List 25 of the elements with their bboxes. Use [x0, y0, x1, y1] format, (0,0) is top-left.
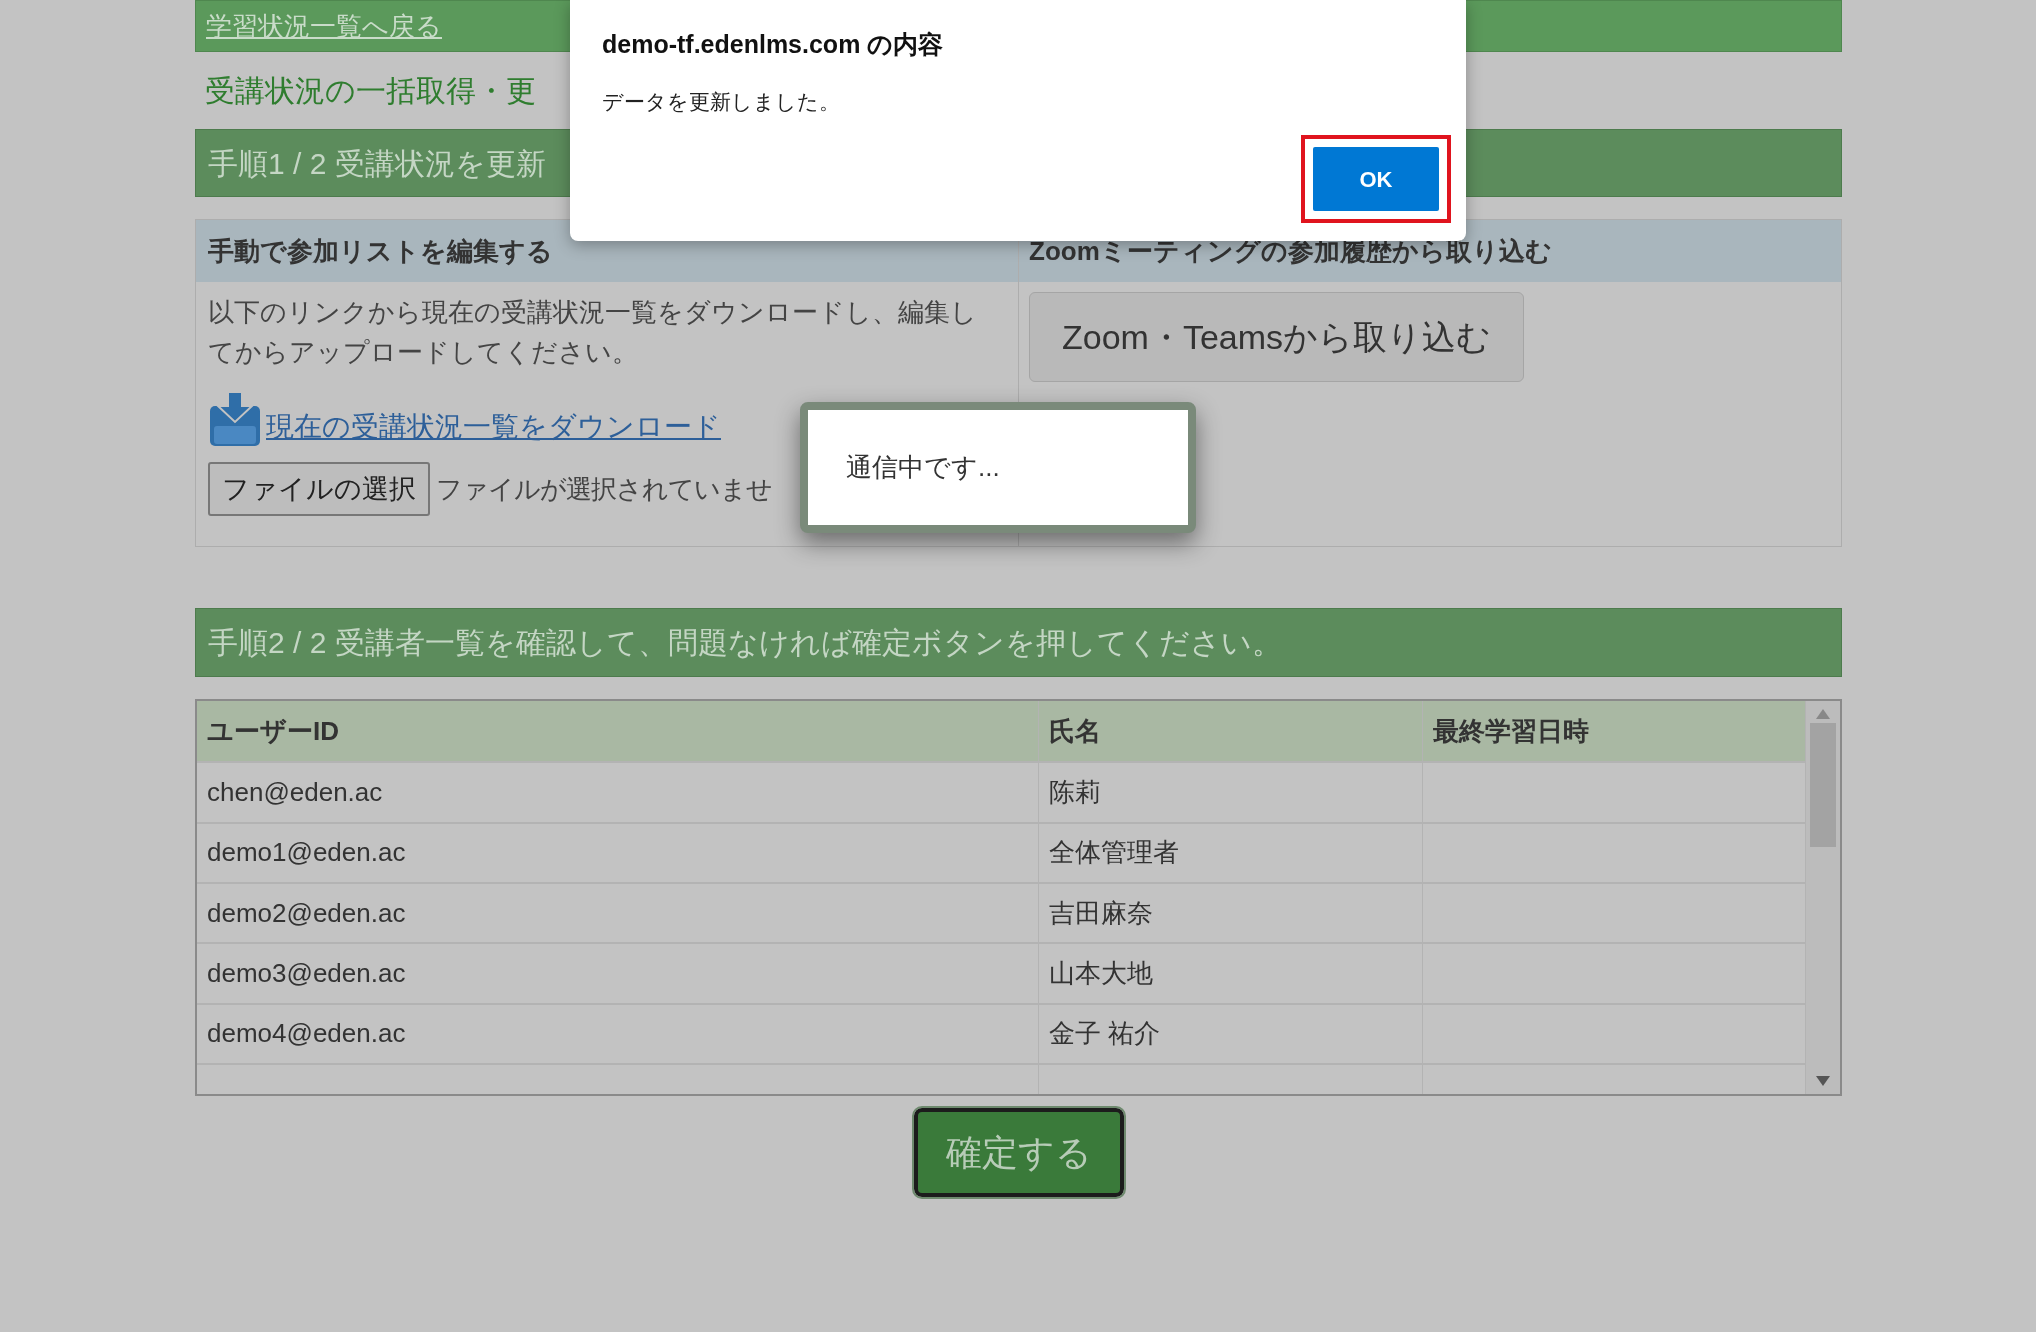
file-select-button[interactable]: ファイルの選択: [208, 462, 430, 516]
zoom-import-button[interactable]: Zoom・Teamsから取り込む: [1029, 292, 1525, 382]
page-title: 受講状況の一括取得・更: [205, 73, 536, 109]
download-link[interactable]: 現在の受講状況一覧をダウンロード: [266, 406, 721, 448]
table-cell: 陈莉: [1039, 763, 1423, 822]
table-cell: demo1@eden.ac: [197, 823, 1039, 882]
table-cell: demo3@eden.ac: [197, 944, 1039, 1003]
confirm-button[interactable]: 確定する: [913, 1108, 1124, 1197]
table-cell: demo2@eden.ac: [197, 883, 1039, 943]
table-cell: 吉田麻奈: [1039, 883, 1423, 943]
dialog-message: データを更新しました。: [602, 88, 841, 115]
step-header: 手順2 / 2 受講者一覧を確認して、問題なければ確定ボタンを押してください。: [195, 608, 1842, 677]
table-cell: 山本大地: [1039, 944, 1423, 1003]
column-header: 氏名: [1039, 701, 1423, 762]
table-cell: 金子 祐介: [1039, 1004, 1423, 1063]
table-cell: 全体管理者: [1039, 823, 1423, 882]
dialog-title: demo-tf.edenlms.com の内容: [602, 29, 945, 60]
loading-message: 通信中です...: [846, 451, 1000, 484]
table-cell: demo4@eden.ac: [197, 1004, 1039, 1063]
ok-button[interactable]: OK: [1313, 147, 1439, 211]
table-cell: chen@eden.ac: [197, 763, 1039, 822]
file-status-text: ファイルが選択されていませ: [436, 472, 772, 506]
back-link[interactable]: 学習状況一覧へ戻る: [206, 6, 442, 46]
instructions-text: 以下のリンクから現在の受講状況一覧をダウンロードし、編集してからアップロードしてください。: [208, 296, 978, 369]
column-header: ユーザーID: [197, 701, 1039, 762]
